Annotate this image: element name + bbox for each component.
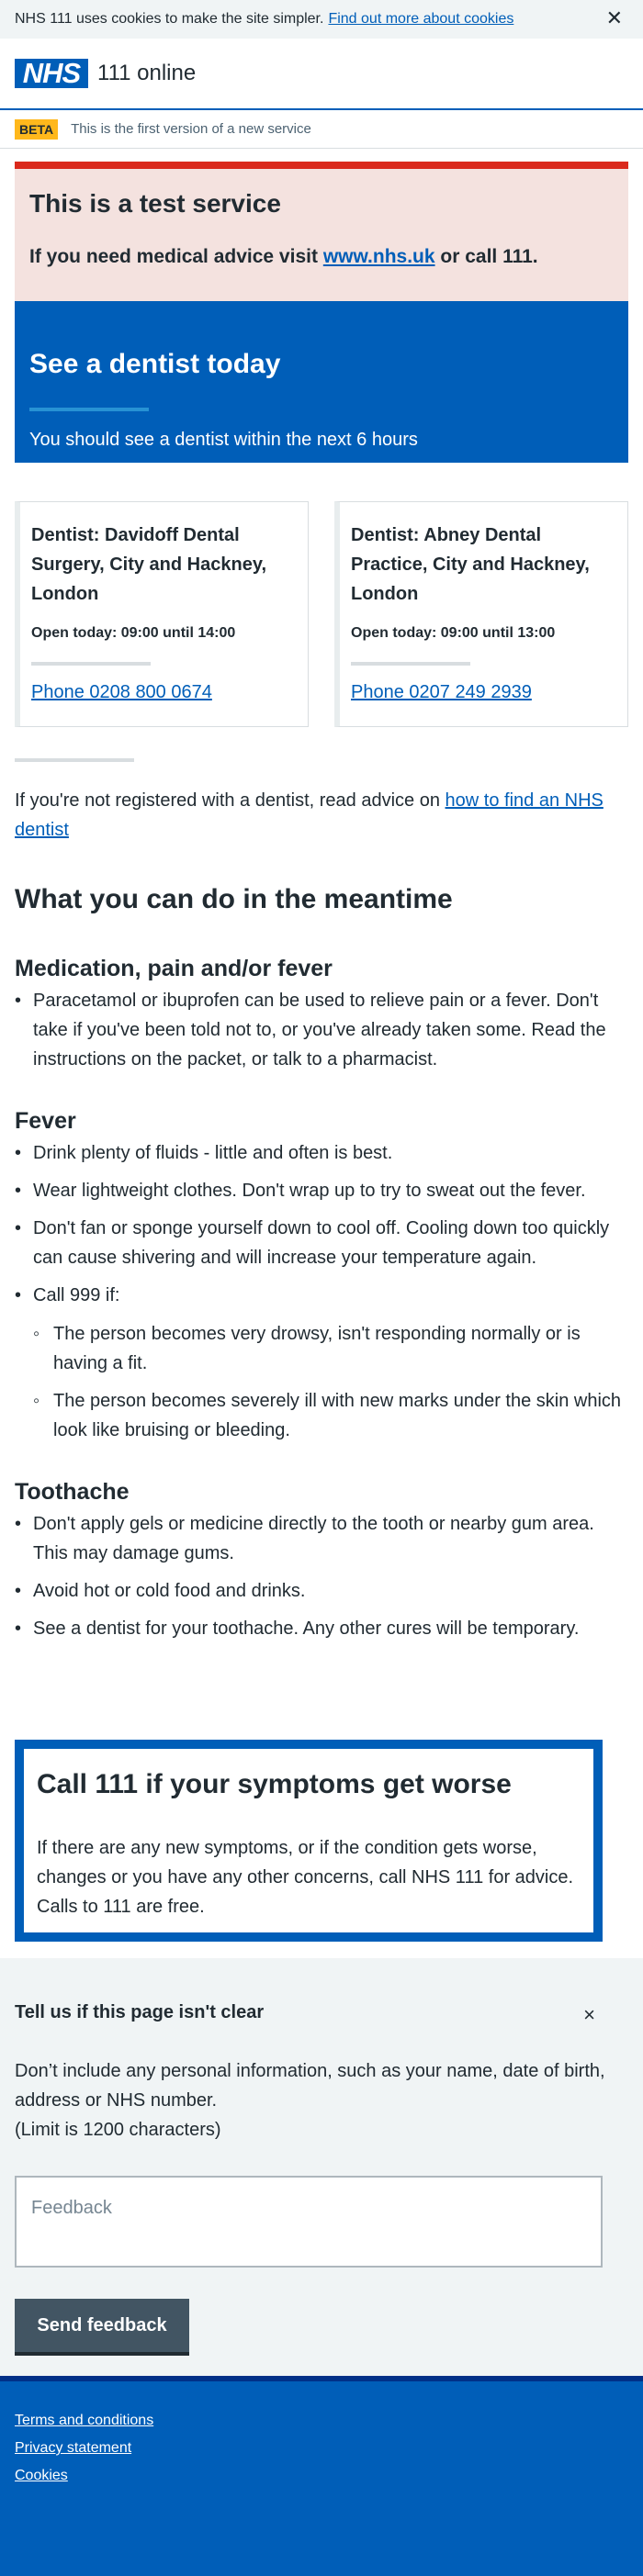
cookies-link[interactable]: Cookies (15, 2468, 628, 2484)
medication-list: Paracetamol or ibuprofen can be used to … (15, 986, 628, 1074)
callout-text: If there are any new symptoms, or if the… (37, 1838, 574, 1917)
close-icon[interactable]: × (583, 2003, 595, 2027)
beta-banner: BETA This is the first version of a new … (0, 110, 643, 149)
beta-text: This is the first version of a new servi… (71, 121, 311, 137)
service-card: Dentist: Abney Dental Practice, City and… (334, 501, 628, 727)
test-service-notice: This is a test service If you need medic… (15, 162, 628, 301)
nhs-website-link[interactable]: www.nhs.uk (323, 246, 435, 267)
phone-link[interactable]: Phone 0207 249 2939 (351, 682, 532, 702)
feedback-input[interactable] (15, 2176, 603, 2268)
phone-link[interactable]: Phone 0208 800 0674 (31, 682, 212, 702)
section-divider (15, 758, 134, 762)
list-item: The person becomes very drowsy, isn't re… (33, 1319, 628, 1378)
list-item: See a dentist for your toothache. Any ot… (15, 1614, 628, 1643)
service-name: Dentist: Abney Dental Practice, City and… (351, 525, 590, 604)
cookie-banner: NHS 111 uses cookies to make the site si… (0, 0, 643, 39)
card-divider (351, 662, 470, 666)
beta-tag: BETA (15, 118, 59, 140)
service-name[interactable]: 111 online (97, 61, 196, 86)
cookie-text: NHS 111 uses cookies to make the site si… (15, 11, 324, 27)
opening-hours: Open today: 09:00 until 14:00 (31, 625, 236, 641)
list-item: Don't apply gels or medicine directly to… (15, 1509, 628, 1568)
cookie-info-link[interactable]: Find out more about cookies (328, 11, 513, 28)
list-item: The person becomes severely ill with new… (33, 1386, 628, 1445)
close-icon[interactable]: ✕ (606, 8, 623, 28)
fever-heading: Fever (15, 1108, 76, 1134)
send-feedback-button[interactable]: Send feedback (15, 2299, 189, 2352)
test-service-heading: This is a test service (29, 189, 281, 218)
hero-subtitle: You should see a dentist within the next… (29, 430, 418, 450)
service-card: Dentist: Davidoff Dental Surgery, City a… (15, 501, 309, 727)
list-item: Don't fan or sponge yourself down to coo… (15, 1214, 628, 1272)
feedback-heading: Tell us if this page isn't clear (15, 2002, 265, 2022)
list-item: Wear lightweight clothes. Don't wrap up … (15, 1176, 628, 1205)
call-999-list: The person becomes very drowsy, isn't re… (33, 1319, 628, 1445)
hero-divider (29, 408, 149, 411)
character-limit: (Limit is 1200 characters) (15, 2120, 221, 2140)
main-content: If you're not registered with a dentist,… (15, 786, 628, 1674)
list-item: Drink plenty of fluids - little and ofte… (15, 1138, 628, 1168)
card-divider (31, 662, 151, 666)
medication-heading: Medication, pain and/or fever (15, 956, 333, 981)
list-item: Call 999 if: The person becomes very dro… (15, 1281, 628, 1445)
meantime-heading: What you can do in the meantime (15, 884, 453, 914)
feedback-panel: Tell us if this page isn't clear × Don’t… (0, 1958, 643, 2376)
disposition-hero: See a dentist today You should see a den… (15, 301, 628, 463)
list-item: Avoid hot or cold food and drinks. (15, 1576, 628, 1606)
nhs-logo[interactable]: NHS (15, 57, 88, 89)
site-footer: Terms and conditions Privacy statement C… (0, 2376, 643, 2576)
feedback-info: Don’t include any personal information, … (15, 2061, 605, 2140)
callout-heading: Call 111 if your symptoms get worse (37, 1769, 512, 1799)
fever-list: Drink plenty of fluids - little and ofte… (15, 1138, 628, 1445)
toothache-list: Don't apply gels or medicine directly to… (15, 1509, 628, 1643)
test-service-text: If you need medical advice visit www.nhs… (29, 246, 538, 267)
service-name: Dentist: Davidoff Dental Surgery, City a… (31, 525, 267, 604)
opening-hours: Open today: 09:00 until 13:00 (351, 625, 556, 641)
registration-advice: If you're not registered with a dentist,… (15, 790, 604, 840)
list-item: Paracetamol or ibuprofen can be used to … (15, 986, 628, 1074)
toothache-heading: Toothache (15, 1479, 130, 1505)
worsening-callout: Call 111 if your symptoms get worse If t… (15, 1740, 603, 1942)
privacy-link[interactable]: Privacy statement (15, 2440, 628, 2457)
site-header: NHS 111 online (0, 39, 643, 110)
page-title: See a dentist today (29, 349, 281, 379)
terms-link[interactable]: Terms and conditions (15, 2413, 628, 2429)
